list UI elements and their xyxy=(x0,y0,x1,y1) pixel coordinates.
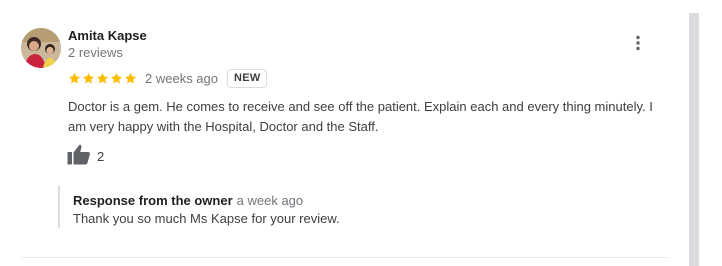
rating-row: 2 weeks ago NEW xyxy=(68,68,267,88)
star-rating xyxy=(68,72,137,85)
avatar[interactable] xyxy=(21,28,61,68)
owner-response-text: Thank you so much Ms Kapse for your revi… xyxy=(73,211,340,226)
review-card: Amita Kapse 2 reviews 2 weeks ago NEW Do… xyxy=(0,0,690,266)
owner-response-title: Response from the owner xyxy=(73,193,233,208)
more-options-button[interactable] xyxy=(630,35,646,51)
review-text: Doctor is a gem. He comes to receive and… xyxy=(68,99,653,134)
star-icon xyxy=(68,72,81,83)
like-count: 2 xyxy=(97,149,105,164)
star-icon xyxy=(124,72,137,83)
owner-response-header: Response from the owner a week ago xyxy=(73,192,340,209)
review-time: 2 weeks ago xyxy=(145,70,218,86)
star-icon xyxy=(82,72,95,83)
like-button[interactable]: 2 xyxy=(67,143,104,170)
owner-response-time: a week ago xyxy=(236,193,304,208)
divider xyxy=(21,257,669,258)
owner-response: Response from the owner a week ago Thank … xyxy=(58,186,340,228)
reviewer-review-count: 2 reviews xyxy=(68,45,123,60)
star-icon xyxy=(96,72,109,83)
scrollbar[interactable] xyxy=(689,13,699,266)
reviewer-name[interactable]: Amita Kapse xyxy=(68,28,147,43)
new-badge: NEW xyxy=(227,68,267,88)
more-vert-icon xyxy=(630,35,646,55)
star-icon xyxy=(110,72,123,83)
thumb-up-icon xyxy=(67,143,91,170)
